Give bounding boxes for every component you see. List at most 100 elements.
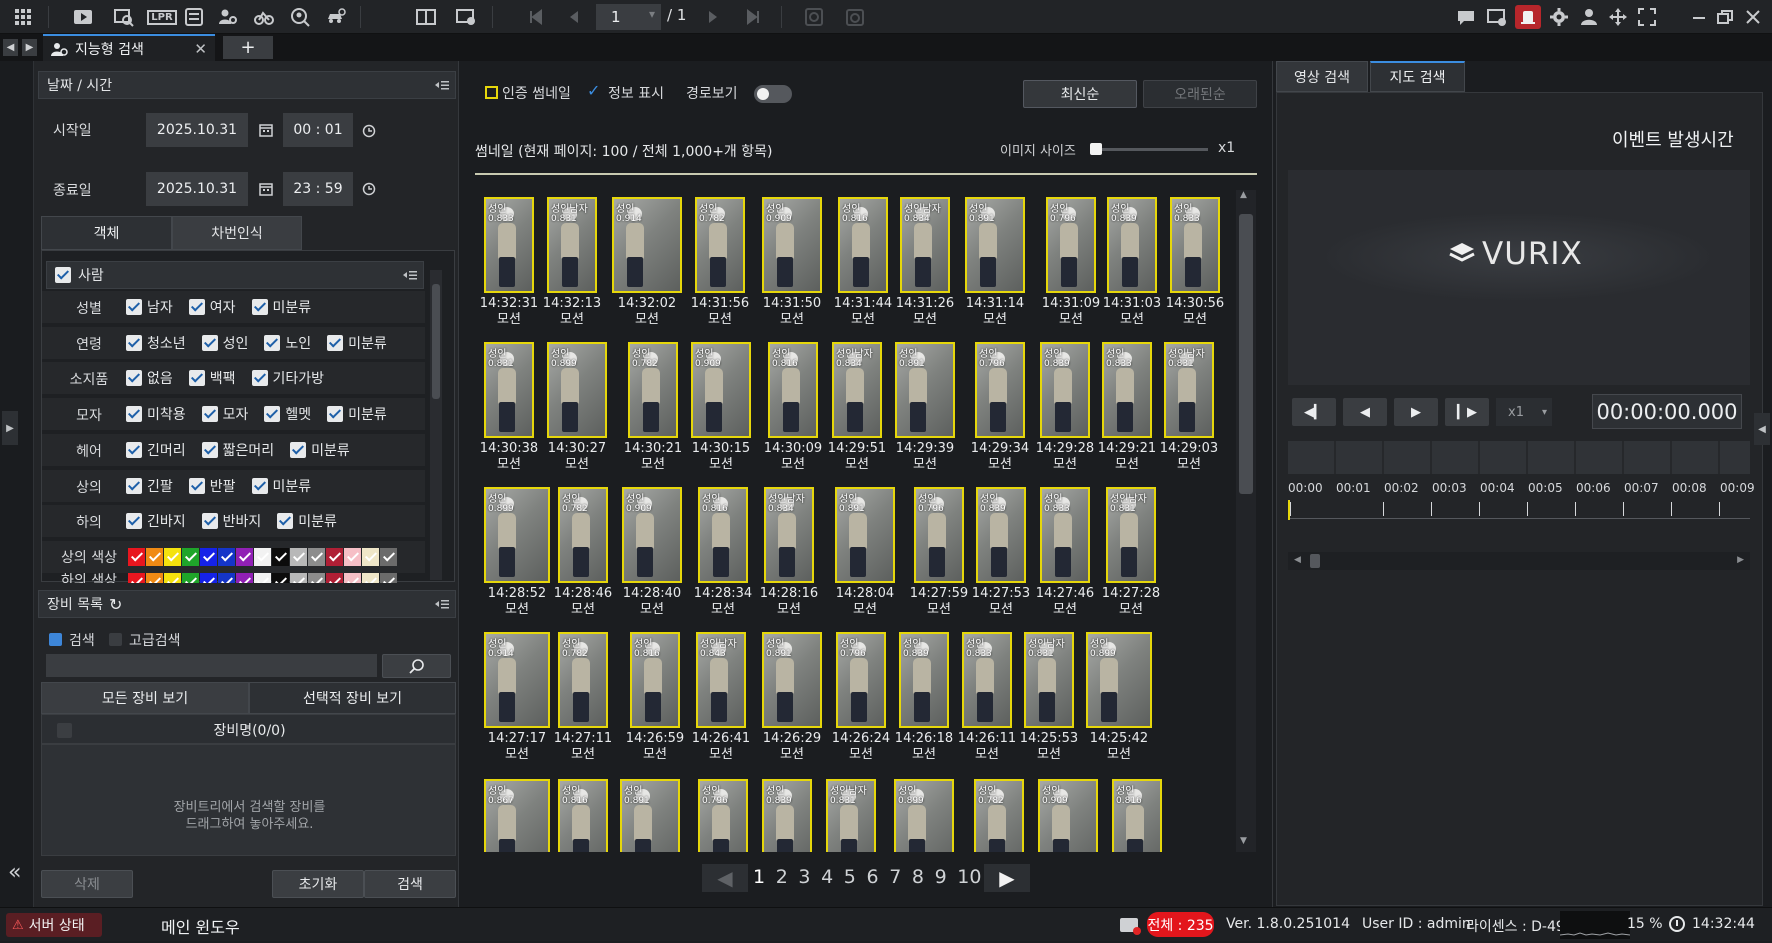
next-frame-button[interactable]: ▎▶ bbox=[1445, 398, 1489, 426]
filter-checkbox[interactable] bbox=[327, 406, 344, 423]
close-icon[interactable] bbox=[1740, 5, 1766, 29]
search-button[interactable]: 검색 bbox=[364, 870, 456, 898]
filter-option[interactable]: 미분류 bbox=[290, 440, 350, 460]
tab-lpr[interactable]: 차번인식 bbox=[172, 216, 302, 250]
color-swatch[interactable] bbox=[200, 548, 217, 566]
page-number[interactable]: 7 bbox=[889, 866, 901, 888]
next-page-icon[interactable] bbox=[700, 5, 726, 29]
filter-checkbox[interactable] bbox=[327, 334, 344, 351]
filter-option[interactable]: 헬멧 bbox=[264, 404, 311, 424]
vehicle-search-icon[interactable] bbox=[323, 5, 349, 29]
thumbnail-card[interactable]: 성인 0.909 bbox=[1038, 779, 1098, 852]
thumbnail-card[interactable]: 성인 0.796 bbox=[914, 487, 964, 583]
page-number[interactable]: 4 bbox=[821, 866, 833, 888]
scroll-left-icon[interactable]: ◀ bbox=[1294, 555, 1301, 565]
filter-checkbox[interactable] bbox=[188, 370, 205, 387]
thumbnail-card[interactable]: 성인 0.891 bbox=[965, 197, 1025, 293]
restore-icon[interactable] bbox=[1712, 5, 1738, 29]
color-swatch[interactable] bbox=[362, 573, 379, 583]
last-page-icon[interactable] bbox=[741, 5, 767, 29]
thumbnail-card[interactable]: 성인 0.839 bbox=[899, 632, 949, 728]
filter-checkbox[interactable] bbox=[126, 299, 142, 315]
bicycle-icon[interactable] bbox=[251, 5, 277, 29]
thumbnail-card[interactable]: 성인 0.782 bbox=[974, 779, 1024, 852]
filter-checkbox[interactable] bbox=[277, 513, 294, 530]
face-search-icon[interactable] bbox=[287, 5, 313, 29]
advanced-search-radio[interactable] bbox=[109, 633, 122, 646]
filter-checkbox[interactable] bbox=[201, 441, 218, 458]
tab-scroll-right-icon[interactable]: ▶ bbox=[22, 39, 37, 56]
next-page-button[interactable]: ▶ bbox=[984, 864, 1030, 892]
filter-checkbox[interactable] bbox=[126, 370, 142, 387]
color-swatch[interactable] bbox=[128, 573, 145, 583]
filter-checkbox[interactable] bbox=[264, 406, 281, 423]
tab-video-search[interactable]: 영상 검색 bbox=[1276, 61, 1368, 92]
color-swatch[interactable] bbox=[362, 548, 379, 566]
filter-checkbox[interactable] bbox=[188, 477, 205, 494]
color-swatch[interactable] bbox=[164, 573, 181, 583]
timeline-cursor[interactable] bbox=[1288, 500, 1290, 520]
color-swatch[interactable] bbox=[326, 573, 343, 583]
filter-option[interactable]: 짧은머리 bbox=[201, 440, 274, 460]
play-button[interactable]: ▶ bbox=[1394, 398, 1438, 426]
page-number[interactable]: 8 bbox=[912, 866, 924, 888]
thumbnail-card[interactable]: 성인 0.867 bbox=[484, 779, 550, 852]
page-number[interactable]: 5 bbox=[844, 866, 856, 888]
color-swatch[interactable] bbox=[200, 573, 217, 583]
thumbnail-card[interactable]: 성인남자 0.834 bbox=[832, 342, 882, 438]
speed-select[interactable]: x1 ▾ bbox=[1496, 398, 1552, 426]
color-swatch[interactable] bbox=[272, 548, 289, 566]
thumbnail-card[interactable]: 성인 0.891 bbox=[620, 779, 680, 852]
thumbnail-card[interactable]: 성인 0.831 bbox=[484, 342, 534, 438]
page-number[interactable]: 1 bbox=[753, 866, 765, 888]
filter-checkbox[interactable] bbox=[126, 513, 142, 530]
tab-object[interactable]: 객체 bbox=[41, 216, 172, 250]
color-swatch[interactable] bbox=[164, 548, 181, 566]
thumbnail-card[interactable]: 성인남자 0.831 bbox=[1106, 487, 1156, 583]
route-view-toggle[interactable] bbox=[754, 85, 792, 103]
lpr-icon[interactable]: LPR bbox=[147, 5, 177, 29]
filter-option[interactable]: 노인 bbox=[264, 333, 311, 353]
notification-screen-icon[interactable] bbox=[1484, 5, 1510, 29]
thumbnail-card[interactable]: 성인 0.796 bbox=[698, 779, 748, 852]
thumbnail-card[interactable]: 성인남자 0.831 bbox=[547, 197, 597, 293]
thumbnail-card[interactable]: 성인 0.816 bbox=[698, 487, 748, 583]
first-page-icon[interactable] bbox=[522, 5, 548, 29]
filter-option[interactable]: 여자 bbox=[188, 297, 236, 317]
cert-thumbnail-indicator[interactable] bbox=[485, 86, 498, 99]
layout-icon[interactable] bbox=[413, 5, 439, 29]
thumbnail-card[interactable]: 성인 0.839 bbox=[1107, 197, 1157, 293]
color-swatch[interactable] bbox=[344, 573, 361, 583]
filter-option[interactable]: 미분류 bbox=[327, 333, 387, 353]
filter-option[interactable]: 반바지 bbox=[201, 511, 261, 531]
collapse-double-chevron-icon[interactable]: « bbox=[8, 862, 21, 884]
all-devices-tab[interactable]: 모든 장비 보기 bbox=[41, 682, 249, 714]
thumbnail-card[interactable]: 성인 0.833 bbox=[1040, 487, 1090, 583]
clock-icon[interactable] bbox=[362, 124, 376, 138]
tab-scroll-left-icon[interactable]: ◀ bbox=[3, 39, 18, 56]
panel-menu-icon[interactable] bbox=[435, 598, 449, 610]
thumbnail-card[interactable]: 성인 0.782 bbox=[628, 342, 678, 438]
reset-button[interactable]: 초기화 bbox=[272, 870, 364, 898]
event-notify-icon[interactable] bbox=[1120, 918, 1141, 935]
prev-frame-button[interactable]: ◀▎ bbox=[1292, 398, 1336, 426]
thumbnail-card[interactable]: 성인 0.891 bbox=[762, 632, 822, 728]
screen-add-icon[interactable] bbox=[453, 5, 479, 29]
filter-checkbox[interactable] bbox=[201, 513, 218, 530]
filter-checkbox[interactable] bbox=[126, 477, 142, 494]
thumbnail-card[interactable]: 성인남자 0.831 bbox=[826, 779, 876, 852]
color-swatch[interactable] bbox=[128, 548, 145, 566]
thumbnail-card[interactable]: 성인 0.816 bbox=[838, 197, 888, 293]
thumbnail-card[interactable]: 성인남자 0.834 bbox=[900, 197, 950, 293]
filter-option[interactable]: 미분류 bbox=[277, 511, 337, 531]
thumbnail-card[interactable]: 성인 0.833 bbox=[1102, 342, 1152, 438]
person-checkbox[interactable] bbox=[55, 267, 71, 283]
thumbnail-card[interactable]: 성인 0.796 bbox=[1046, 197, 1096, 293]
color-swatch[interactable] bbox=[236, 573, 253, 583]
tab-intelligent-search[interactable]: 지능형 검색 ✕ bbox=[43, 34, 215, 61]
page-number[interactable]: 3 bbox=[798, 866, 810, 888]
event-list-icon[interactable] bbox=[181, 5, 207, 29]
color-swatch[interactable] bbox=[326, 548, 343, 566]
sort-oldest-button[interactable]: 오래된순 bbox=[1143, 80, 1257, 108]
thumbnail-card[interactable]: 성인남자 0.831 bbox=[1024, 632, 1074, 728]
